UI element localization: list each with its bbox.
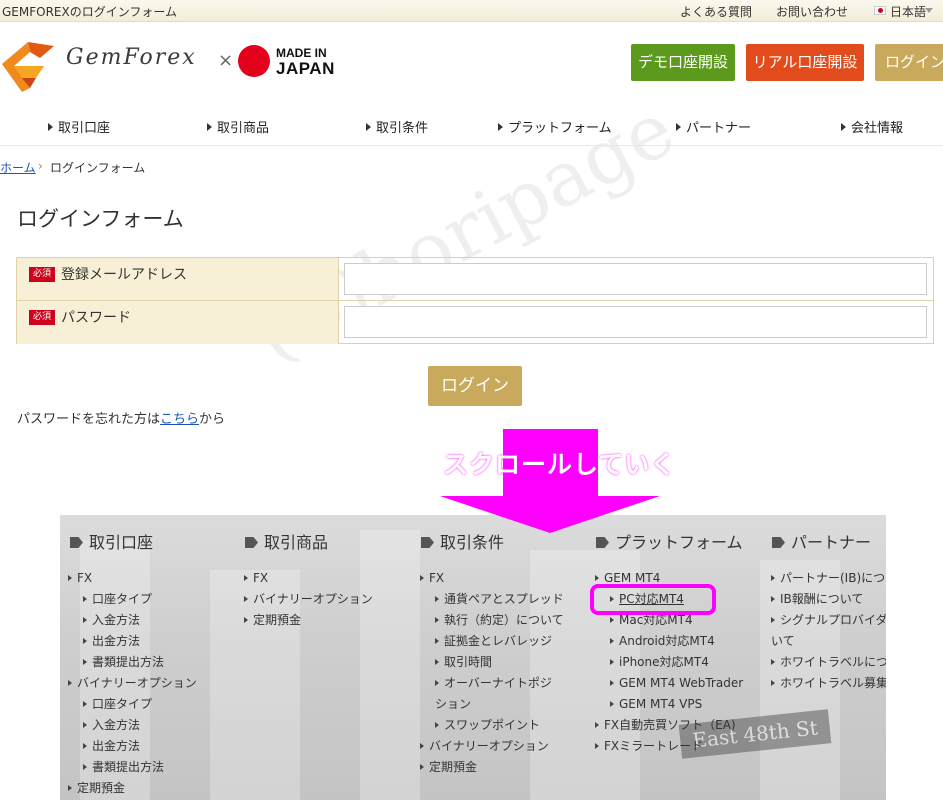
sitemap-link[interactable]: 入金方法 — [83, 612, 140, 628]
sitemap-link[interactable]: FX — [68, 570, 92, 586]
sitemap-link[interactable]: 取引時間 — [435, 654, 492, 670]
sitemap-link[interactable]: IB報酬について — [771, 591, 863, 607]
nav-trading-products[interactable]: 取引商品 — [207, 117, 269, 136]
required-badge: 必須 — [29, 267, 55, 282]
tag-icon — [421, 537, 434, 548]
password-label-cell: 必須 パスワード — [17, 301, 339, 344]
nav-company[interactable]: 会社情報 — [841, 117, 903, 136]
sitemap-link[interactable]: FX — [244, 570, 268, 586]
page-title: ログインフォーム — [17, 207, 184, 231]
sitemap-link[interactable]: ション — [435, 696, 471, 712]
password-field[interactable] — [344, 306, 927, 338]
sitemap-heading-partner[interactable]: パートナー — [772, 529, 871, 553]
sitemap-link[interactable]: GEM MT4 VPS — [610, 696, 702, 712]
japan-sun-icon — [238, 45, 270, 77]
tag-icon — [245, 537, 258, 548]
sitemap-link[interactable]: 執行（約定）について — [435, 612, 564, 628]
gemforex-logo-icon[interactable] — [0, 38, 56, 94]
sitemap-link[interactable]: 書類提出方法 — [83, 654, 164, 670]
sitemap-link[interactable]: GEM MT4 WebTrader — [610, 675, 743, 691]
password-label: パスワード — [61, 310, 131, 326]
logo-times: × — [218, 50, 234, 71]
sitemap-link[interactable]: 口座タイプ — [83, 591, 152, 607]
sitemap-link[interactable]: Android対応MT4 — [610, 633, 715, 649]
nav-trading-conditions[interactable]: 取引条件 — [366, 117, 428, 136]
japan-flag-icon — [874, 6, 886, 15]
sitemap-link[interactable]: 証拠金とレバレッジ — [435, 633, 552, 649]
sitemap-link[interactable]: 定期預金 — [244, 612, 301, 628]
login-form: 必須 登録メールアドレス 必須 パスワード — [16, 257, 934, 344]
nav-partner[interactable]: パートナー — [676, 117, 751, 136]
logo-wordmark[interactable]: GemForex — [66, 45, 197, 70]
sitemap-link[interactable]: バイナリーオプション — [420, 738, 549, 754]
sitemap-link[interactable]: 定期預金 — [420, 759, 477, 775]
real-account-button[interactable]: リアル口座開設 — [746, 44, 864, 81]
sitemap-link[interactable]: iPhone対応MT4 — [610, 654, 709, 670]
nav-divider — [0, 145, 943, 146]
sitemap-link[interactable]: 入金方法 — [83, 717, 140, 733]
scroll-arrow-head — [440, 496, 660, 533]
email-label-cell: 必須 登録メールアドレス — [17, 258, 339, 300]
breadcrumb-separator: › — [38, 159, 43, 173]
sitemap-link[interactable]: オーバーナイトポジ — [435, 675, 552, 691]
sitemap-heading-trading-products[interactable]: 取引商品 — [245, 529, 328, 553]
sitemap-link[interactable]: バイナリーオプション — [68, 675, 197, 691]
sitemap-link[interactable]: FX自動売買ソフト（EA) — [595, 717, 736, 733]
sitemap-link[interactable]: ホワイトラベルにつ — [771, 654, 886, 670]
required-badge: 必須 — [29, 310, 55, 325]
forgot-password-link[interactable]: こちら — [160, 412, 199, 427]
email-field[interactable] — [344, 263, 927, 295]
email-label: 登録メールアドレス — [61, 267, 187, 283]
sitemap-link[interactable]: 書類提出方法 — [83, 759, 164, 775]
sitemap-link[interactable]: 通貨ペアとスプレッド — [435, 591, 564, 607]
sitemap-link[interactable]: スワップポイント — [435, 717, 540, 733]
sitemap-link[interactable]: 口座タイプ — [83, 696, 152, 712]
breadcrumb-current: ログインフォーム — [50, 161, 146, 175]
tag-icon — [70, 537, 83, 548]
highlight-box — [590, 584, 716, 615]
footer-sitemap: East 48th St 取引口座 FX 口座タイプ 入金方法 出金方法 書類提… — [60, 515, 886, 800]
forgot-prefix: パスワードを忘れた方は — [17, 412, 161, 427]
site-title: GEMFOREXのログインフォーム — [2, 5, 178, 19]
sitemap-heading-trading-account[interactable]: 取引口座 — [70, 529, 153, 553]
japan-text: JAPAN — [276, 59, 335, 78]
header-login-button[interactable]: ログイン — [875, 44, 943, 81]
sitemap-link[interactable]: シグナルプロバイダ — [771, 612, 886, 628]
contact-link[interactable]: お問い合わせ — [776, 3, 848, 20]
login-submit-button[interactable]: ログイン — [428, 366, 522, 406]
made-in-japan-badge: MADE IN JAPAN — [276, 47, 335, 78]
sitemap-link[interactable]: FX — [420, 570, 444, 586]
sitemap-link[interactable]: ホワイトラベル募集 — [771, 675, 886, 691]
tag-icon — [772, 537, 785, 548]
demo-account-button[interactable]: デモ口座開設 — [631, 44, 735, 81]
scroll-annotation: スクロールしていく — [443, 450, 677, 479]
tag-icon — [596, 537, 609, 548]
chevron-down-icon — [925, 8, 933, 13]
sitemap-link[interactable]: 出金方法 — [83, 633, 140, 649]
faq-link[interactable]: よくある質問 — [680, 3, 752, 20]
background-building — [360, 530, 420, 800]
email-row: 必須 登録メールアドレス — [17, 258, 933, 301]
sitemap-link[interactable]: FXミラートレード — [595, 738, 703, 754]
sitemap-link[interactable]: いて — [771, 633, 795, 649]
top-utility-bar: GEMFOREXのログインフォーム よくある質問 お問い合わせ 日本語 — [0, 0, 943, 22]
password-row: 必須 パスワード — [17, 301, 933, 344]
forgot-suffix: から — [199, 412, 226, 427]
language-selector[interactable]: 日本語 — [890, 3, 926, 20]
sitemap-link[interactable]: パートナー(IB)につ — [771, 570, 885, 586]
sitemap-link[interactable]: バイナリーオプション — [244, 591, 373, 607]
sitemap-link[interactable]: 定期預金 — [68, 780, 125, 796]
nav-trading-account[interactable]: 取引口座 — [48, 117, 110, 136]
sitemap-link[interactable]: 出金方法 — [83, 738, 140, 754]
forgot-password-text: パスワードを忘れた方はこちらから — [17, 408, 225, 427]
breadcrumb-home[interactable]: ホーム — [0, 159, 36, 176]
